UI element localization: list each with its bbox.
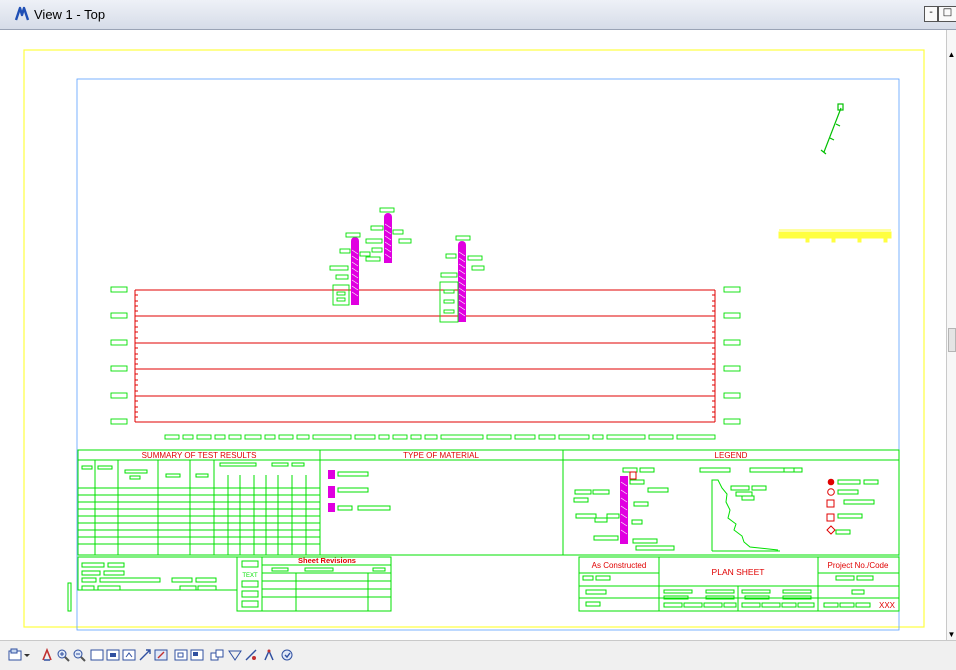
elevation-labels: [110, 286, 741, 425]
boring-log-2: [365, 207, 412, 263]
vertical-scrollbar[interactable]: ▲ ▼: [946, 30, 956, 640]
update-view-icon[interactable]: [40, 648, 54, 662]
legend-symbols: [620, 471, 836, 544]
material-table-title: TYPE OF MATERIAL: [403, 451, 479, 460]
scroll-up-arrow-icon[interactable]: ▲: [947, 50, 956, 60]
window-titlebar: View 1 - Top - □: [0, 0, 956, 30]
window-title: View 1 - Top: [34, 7, 106, 22]
summary-table-title: SUMMARY OF TEST RESULTS: [142, 451, 257, 460]
profile-grid: [134, 289, 716, 423]
scroll-thumb[interactable]: [948, 328, 956, 352]
view-attributes-icon[interactable]: [8, 648, 22, 662]
summary-table: [77, 449, 321, 556]
microstation-icon: [14, 6, 30, 21]
plan-sheet-title: PLAN SHEET: [712, 567, 765, 577]
north-arrow: [820, 103, 844, 155]
sheet-border: [23, 49, 925, 628]
sheet-number: XXX: [879, 601, 896, 610]
project-no-title: Project No./Code: [828, 561, 889, 570]
legend-table: [562, 449, 900, 556]
rotate-view-icon[interactable]: [122, 648, 136, 662]
clip-mask-icon[interactable]: [262, 648, 276, 662]
view-control-toolbar: [0, 640, 956, 670]
sheet-edge-bar: [67, 582, 72, 612]
as-constructed-title: As Constructed: [592, 561, 647, 570]
clip-volume-icon[interactable]: [228, 648, 242, 662]
sheet-badge: TEXT: [242, 573, 258, 579]
view-next-icon[interactable]: [174, 648, 188, 662]
camera-icon[interactable]: [210, 648, 224, 662]
boring-log-3: [439, 235, 485, 323]
copy-view-icon[interactable]: [190, 648, 204, 662]
window-area-icon[interactable]: [90, 648, 104, 662]
view-settings-icon[interactable]: [280, 648, 294, 662]
view-canvas[interactable]: SUMMARY OF TEST RESULTS TYPE OF MATERIAL…: [0, 30, 946, 640]
material-swatches: [328, 470, 335, 512]
pan-view-icon[interactable]: [138, 648, 152, 662]
legend-title: LEGEND: [715, 451, 748, 460]
view-display-icon[interactable]: [244, 648, 258, 662]
sheet-revisions-title: Sheet Revisions: [298, 556, 356, 565]
boring-log-1: [329, 232, 371, 306]
drawing-frame: [76, 78, 900, 631]
minimize-button[interactable]: -: [924, 6, 938, 22]
view-previous-icon[interactable]: [154, 648, 168, 662]
scale-bar: [778, 229, 892, 243]
fit-view-icon[interactable]: [106, 648, 120, 662]
restore-button[interactable]: □: [938, 6, 956, 22]
dropdown-arrow-icon[interactable]: [22, 648, 32, 662]
zoom-out-icon[interactable]: [72, 648, 86, 662]
station-labels: [164, 434, 716, 440]
title-block: [77, 556, 900, 612]
scroll-down-arrow-icon[interactable]: ▼: [947, 630, 956, 640]
material-table: [319, 449, 564, 556]
zoom-in-icon[interactable]: [56, 648, 70, 662]
